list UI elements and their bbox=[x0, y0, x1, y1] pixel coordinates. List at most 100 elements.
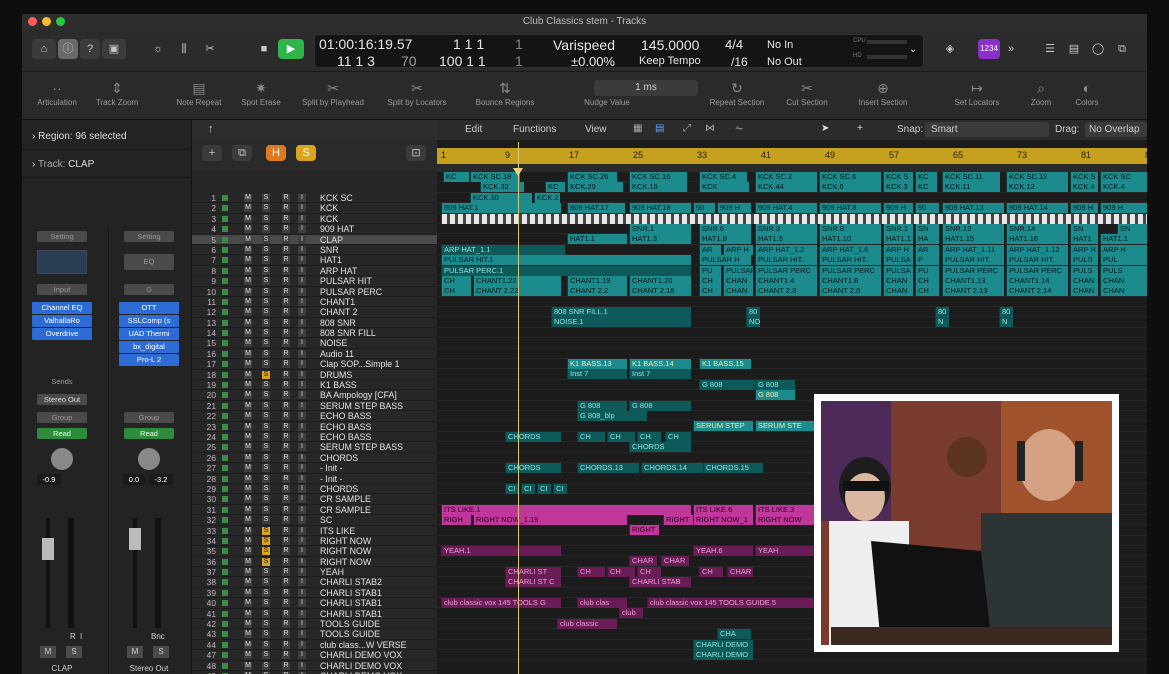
record-button[interactable]: R bbox=[282, 318, 290, 327]
mute-button[interactable]: M bbox=[244, 329, 252, 338]
input-monitor-button[interactable]: I bbox=[298, 505, 306, 514]
region[interactable]: KCK.12 bbox=[1006, 182, 1068, 193]
track-header[interactable]: 13 M S R I 808 SNR bbox=[192, 318, 437, 329]
region[interactable]: 80 bbox=[935, 307, 949, 318]
track-header[interactable]: 40 M S R I CHARLI STAB1 bbox=[192, 598, 437, 609]
track-header[interactable]: 16 M S R I Audio 11 bbox=[192, 349, 437, 360]
region[interactable]: ARP HAT_1.6 bbox=[819, 244, 881, 255]
mute-button[interactable]: M bbox=[244, 443, 252, 452]
region[interactable]: CHANT 2.18 bbox=[629, 286, 691, 297]
mute-button[interactable]: M bbox=[244, 412, 252, 421]
input-monitor-button[interactable]: I bbox=[298, 194, 306, 202]
region[interactable]: CHARLI ST bbox=[505, 566, 561, 577]
record-button[interactable]: R bbox=[282, 245, 290, 254]
region[interactable]: KCK SC bbox=[1100, 172, 1147, 182]
region[interactable]: club classic vox 145 TOOLS G bbox=[441, 598, 561, 609]
region[interactable]: ARP HAT_1.1 bbox=[441, 244, 565, 255]
note-pad-icon[interactable]: ▤ bbox=[1064, 39, 1084, 59]
region[interactable]: P bbox=[915, 255, 939, 266]
mute-button[interactable]: M bbox=[244, 381, 252, 390]
bounce-button[interactable]: Bnc bbox=[151, 632, 165, 641]
record-button[interactable]: R bbox=[282, 204, 290, 213]
toolbar-button[interactable]: ⊕ Insert Section bbox=[838, 78, 928, 107]
region[interactable]: CHANT1.22 bbox=[473, 275, 561, 286]
region[interactable]: KCK.4 bbox=[1070, 182, 1098, 193]
mute-button[interactable]: M bbox=[244, 339, 252, 348]
solo-button[interactable]: S bbox=[262, 609, 270, 618]
solo-button[interactable]: S bbox=[262, 266, 270, 275]
record-button[interactable]: R bbox=[282, 391, 290, 400]
region[interactable]: CHAN bbox=[1100, 275, 1147, 286]
region[interactable]: PU bbox=[915, 265, 939, 276]
record-button[interactable]: R bbox=[282, 360, 290, 369]
record-button[interactable]: R bbox=[282, 339, 290, 348]
track-header[interactable]: 35 M S R I RIGHT NOW bbox=[192, 546, 437, 557]
record-button[interactable]: R bbox=[282, 484, 290, 493]
snap-dropdown[interactable]: Smart bbox=[925, 122, 1049, 137]
solo-button[interactable]: S bbox=[262, 640, 270, 649]
track-header[interactable]: 41 M S R I CHARLI STAB1 bbox=[192, 609, 437, 620]
library-icon[interactable]: ⌂ bbox=[32, 39, 56, 59]
region[interactable]: RIGHT bbox=[663, 514, 693, 525]
mute-button[interactable]: M bbox=[244, 588, 252, 597]
mute-button[interactable]: M bbox=[244, 256, 252, 265]
region[interactable]: N bbox=[935, 317, 949, 328]
mute-button[interactable]: M bbox=[127, 646, 143, 658]
solo-button[interactable]: S bbox=[262, 578, 270, 587]
region[interactable]: HA bbox=[915, 234, 939, 245]
region[interactable]: KCK.44 bbox=[755, 182, 817, 193]
varispeed-label[interactable]: Varispeed bbox=[553, 37, 615, 53]
solo-button[interactable]: S bbox=[262, 412, 270, 421]
region[interactable]: SNR.1 bbox=[629, 223, 691, 234]
mute-button[interactable]: M bbox=[244, 557, 252, 566]
track-lane[interactable]: PULSAR PERC.1PUPULSAR PEPULSAR PERCPULSA… bbox=[437, 265, 1147, 276]
region[interactable]: CHANT1.8 bbox=[819, 275, 881, 286]
mute-button[interactable]: M bbox=[244, 640, 252, 649]
record-button[interactable]: R bbox=[282, 505, 290, 514]
track-header[interactable]: 37 M S R I YEAH bbox=[192, 567, 437, 578]
plugin-slot[interactable]: Channel EQ bbox=[32, 302, 92, 314]
region[interactable]: CHAR bbox=[727, 566, 753, 577]
region[interactable]: G 808 bbox=[577, 400, 627, 411]
region[interactable]: KCK.6 bbox=[819, 182, 881, 193]
region[interactable]: HAT1.16 bbox=[1006, 234, 1068, 245]
region[interactable]: PULS bbox=[1070, 255, 1098, 266]
smart-controls-icon[interactable]: ☼ bbox=[146, 39, 170, 59]
solo-button[interactable]: S bbox=[262, 599, 270, 608]
solo-button[interactable]: S bbox=[262, 651, 270, 660]
editors-icon[interactable]: ✂ bbox=[198, 39, 222, 59]
solo-button[interactable]: S bbox=[262, 474, 270, 483]
track-header[interactable]: 34 M S R I RIGHT NOW bbox=[192, 536, 437, 547]
region[interactable]: ARP H bbox=[723, 244, 753, 255]
region[interactable]: HAT1.1 bbox=[883, 234, 913, 245]
region[interactable]: ARP HAT_1.12 bbox=[1006, 244, 1068, 255]
record-button[interactable]: R bbox=[282, 266, 290, 275]
region[interactable]: SNR.14 bbox=[1006, 223, 1068, 234]
region[interactable]: CHORDS bbox=[505, 462, 561, 473]
solo-button[interactable]: S bbox=[262, 526, 270, 535]
record-button[interactable]: R bbox=[282, 526, 290, 535]
input-monitor-button[interactable]: I bbox=[298, 432, 306, 441]
input-monitor-button[interactable]: I bbox=[298, 588, 306, 597]
record-button[interactable]: R bbox=[282, 453, 290, 462]
region[interactable]: CI bbox=[521, 483, 535, 494]
track-header[interactable]: 23 M S R I ECHO BASS bbox=[192, 422, 437, 432]
record-button[interactable]: R bbox=[282, 235, 290, 244]
mute-button[interactable]: M bbox=[244, 516, 252, 525]
input-monitor-button[interactable]: I bbox=[298, 277, 306, 286]
input-monitor-button[interactable]: I bbox=[298, 599, 306, 608]
track-header[interactable]: 29 M S R I CHORDS bbox=[192, 484, 437, 495]
track-lane[interactable]: KC KCK SC.18 KCK SC.26 KCK SC.16 KCK SC.4 KCK… bbox=[437, 172, 1147, 183]
record-button[interactable]: R bbox=[282, 661, 290, 670]
region[interactable]: HAT1.1 bbox=[567, 234, 627, 245]
region[interactable]: PUL bbox=[1100, 255, 1147, 266]
track-header[interactable]: 31 M S R I CR SAMPLE bbox=[192, 505, 437, 516]
region[interactable]: 909 HAT.4 bbox=[755, 203, 817, 214]
input-monitor-button[interactable]: I bbox=[298, 204, 306, 213]
region[interactable]: Inst 7 bbox=[567, 369, 627, 380]
crossfade-icon[interactable]: ⋈ bbox=[705, 123, 715, 134]
region[interactable]: KCK.4 bbox=[1100, 182, 1147, 193]
track-header[interactable]: 43 M S R I TOOLS GUIDE bbox=[192, 629, 437, 640]
mute-button[interactable]: M bbox=[244, 194, 252, 202]
input-monitor-button[interactable]: I bbox=[298, 536, 306, 545]
